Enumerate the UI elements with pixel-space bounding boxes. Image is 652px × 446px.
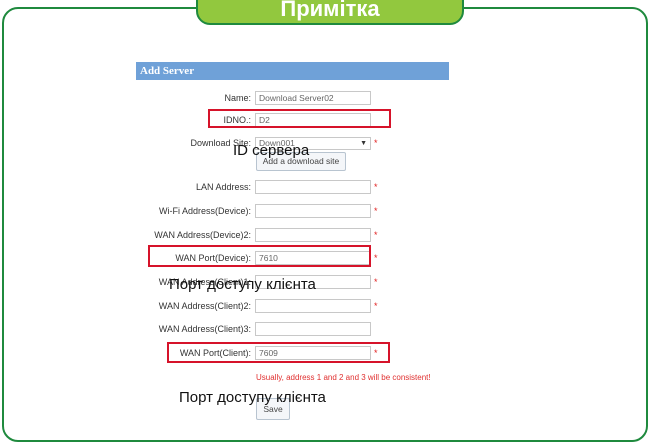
add-server-header: Add Server [136,62,449,80]
wifi-address-device-required-mark: * [374,206,378,216]
client-port-callout-1: Порт доступу клієнта [169,276,316,293]
wan-address-client3-label: WAN Address(Client)3: [158,324,251,334]
wan-address-client2-required-mark: * [374,301,378,311]
server-id-callout: ID сервера [233,142,310,159]
lan-address-label: LAN Address: [195,182,251,192]
note-banner: Примітка [196,0,464,25]
name-label: Name: [224,93,251,103]
wan-port-device-highlight-box [148,245,371,267]
consistency-note: Usually, address 1 and 2 and 3 will be c… [256,373,431,382]
wan-port-client-highlight-box [167,342,390,363]
name-input[interactable]: Download Server02 [255,91,371,105]
wan-address-client2-label: WAN Address(Client)2: [158,301,251,311]
wifi-address-device-input[interactable] [255,204,371,218]
download-site-required-mark: * [374,138,378,148]
chevron-down-icon: ▼ [360,140,367,147]
wan-address-device2-input[interactable] [255,228,371,242]
wan-address-client1-required-mark: * [374,277,378,287]
client-port-callout-2: Порт доступу клієнта [179,389,326,406]
wan-address-client2-input[interactable] [255,299,371,313]
lan-address-input[interactable] [255,180,371,194]
wan-address-client3-input[interactable] [255,322,371,336]
wan-address-device2-label: WAN Address(Device)2: [154,230,251,240]
note-banner-title: Примітка [280,0,380,21]
wan-address-device2-required-mark: * [374,230,378,240]
wan-port-device-required-mark: * [374,253,378,263]
idno-highlight-box [208,109,391,128]
lan-address-required-mark: * [374,182,378,192]
wifi-address-device-label: Wi-Fi Address(Device): [158,206,251,216]
